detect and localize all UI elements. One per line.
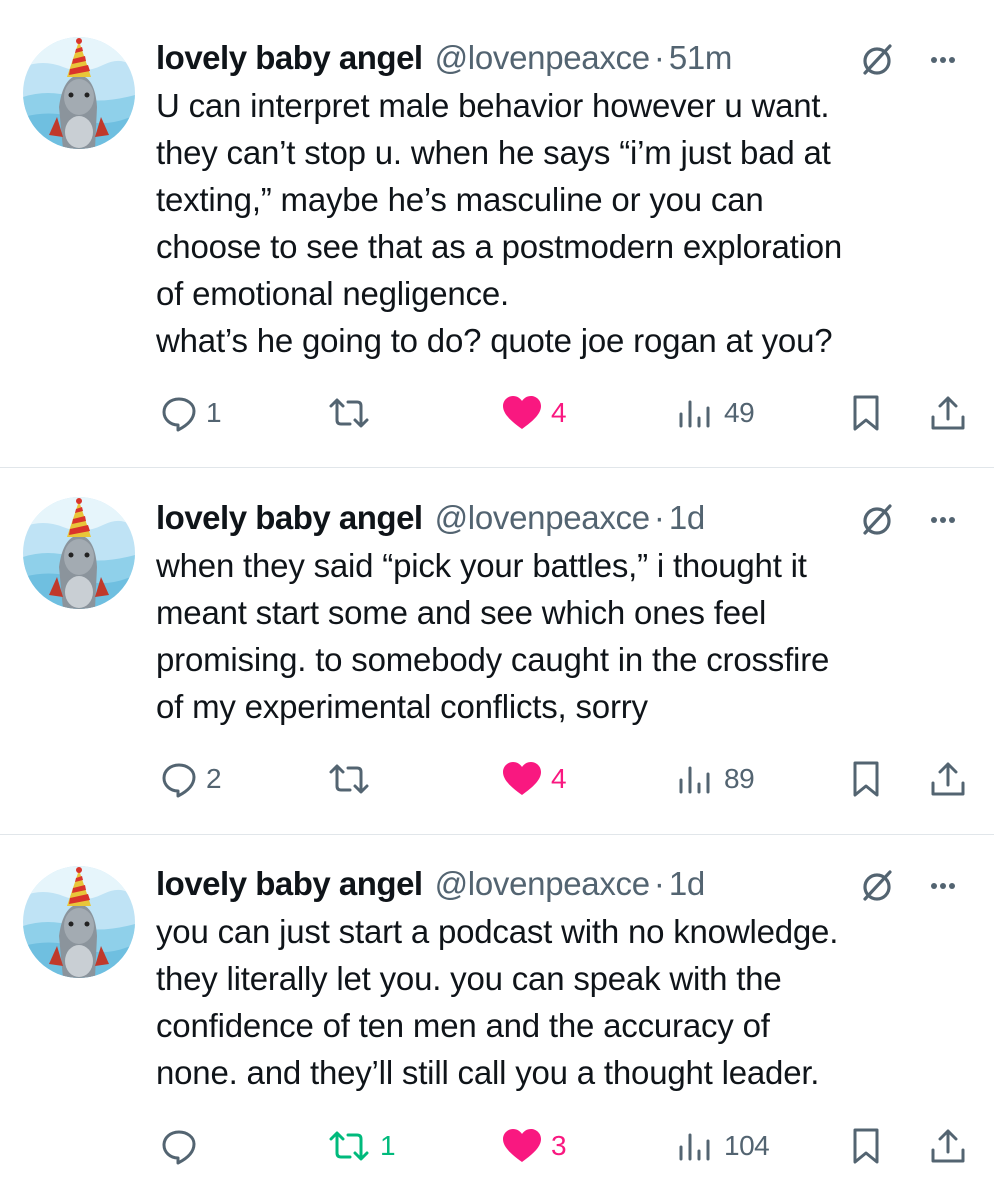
like-button[interactable]: 3 [501,1121,567,1171]
tweet-actions: 1 3 104 [0,1121,994,1171]
views-icon [679,766,710,794]
like-button[interactable]: 4 [501,388,567,438]
tweet-text-line: U can interpret male behavior however u … [156,87,830,124]
timestamp[interactable]: 51m [669,36,733,80]
tweet-text-line: meant start some and see which ones feel [156,594,767,631]
reply-count: 2 [206,763,222,794]
views-button[interactable]: 49 [676,388,755,438]
heart-icon [503,762,541,795]
separator-dot: · [653,499,665,536]
divider [0,834,994,835]
tweet-header: lovely baby angel @lovenpeaxce · 1d [156,862,705,906]
avatar[interactable] [23,497,135,609]
share-button[interactable] [928,388,968,438]
views-button[interactable]: 104 [676,1121,770,1171]
tweet-actions: 1 4 49 [0,388,994,438]
retweet-icon [329,764,369,794]
separator-dot: · [653,865,665,902]
view-count: 89 [724,763,755,794]
grok-icon[interactable] [860,502,896,538]
divider [0,467,994,468]
retweet-icon [329,398,369,428]
retweet-count: 1 [380,1130,396,1161]
more-options-icon[interactable] [918,42,968,78]
reply-button[interactable] [160,1121,206,1171]
bookmark-icon [853,1128,879,1164]
avatar[interactable] [23,37,135,149]
view-count: 104 [724,1130,770,1161]
retweet-icon [329,1131,369,1161]
more-options-icon[interactable] [918,502,968,538]
tweet-text-line: they literally let you. you can speak wi… [156,960,782,997]
separator-dot: · [653,39,665,76]
reply-button[interactable]: 1 [160,388,222,438]
tweet-header: lovely baby angel @lovenpeaxce · 51m [156,36,732,80]
heart-icon [503,1129,541,1162]
reply-icon [162,763,196,798]
user-handle[interactable]: @lovenpeaxce [435,496,651,540]
share-button[interactable] [928,754,968,804]
reply-icon [162,1130,196,1165]
tweet-text-line: none. and they’ll still call you a thoug… [156,1054,820,1091]
tweet-text-line: confidence of ten men and the accuracy o… [156,1007,770,1044]
tweet-actions: 2 4 89 [0,754,994,804]
views-button[interactable]: 89 [676,754,755,804]
like-count: 4 [551,763,567,794]
tweet-text-line: of my experimental conflicts, sorry [156,688,648,725]
tweet-text-line: when they said “pick your battles,” i th… [156,547,807,584]
retweet-button[interactable]: 1 [326,1121,396,1171]
avatar[interactable] [23,866,135,978]
heart-icon [503,396,541,429]
tweet-text-line: what’s he going to do? quote joe rogan a… [156,322,833,359]
user-handle[interactable]: @lovenpeaxce [435,862,651,906]
more-options-icon[interactable] [918,868,968,904]
bookmark-icon [853,761,879,797]
share-icon [931,396,965,430]
tweet-text-line: promising. to somebody caught in the cro… [156,641,830,678]
tweet-text-line: they can’t stop u. when he says “i’m jus… [156,134,831,171]
reply-button[interactable]: 2 [160,754,222,804]
grok-icon[interactable] [860,868,896,904]
bookmark-button[interactable] [848,1121,884,1171]
timestamp[interactable]: 1d [669,862,705,906]
tweet-text-line: choose to see that as a postmodern explo… [156,228,843,265]
display-name[interactable]: lovely baby angel [156,496,423,540]
retweet-button[interactable] [326,754,380,804]
tweet-text: you can just start a podcast with no kno… [156,908,986,1096]
timestamp[interactable]: 1d [669,496,705,540]
share-icon [931,762,965,796]
like-count: 4 [551,397,567,428]
display-name[interactable]: lovely baby angel [156,862,423,906]
bookmark-button[interactable] [848,388,884,438]
views-icon [679,400,710,428]
display-name[interactable]: lovely baby angel [156,36,423,80]
like-button[interactable]: 4 [501,754,567,804]
retweet-button[interactable] [326,388,380,438]
tweet-text: when they said “pick your battles,” i th… [156,542,986,730]
reply-count: 1 [206,397,222,428]
views-icon [679,1133,710,1161]
share-button[interactable] [928,1121,968,1171]
reply-icon [162,397,196,432]
grok-icon[interactable] [860,42,896,78]
tweet-header: lovely baby angel @lovenpeaxce · 1d [156,496,705,540]
tweet-text-line: you can just start a podcast with no kno… [156,913,839,950]
tweet-text-line: of emotional negligence. [156,275,509,312]
view-count: 49 [724,397,755,428]
bookmark-icon [853,395,879,431]
share-icon [931,1129,965,1163]
bookmark-button[interactable] [848,754,884,804]
tweet-text: U can interpret male behavior however u … [156,82,986,364]
like-count: 3 [551,1130,567,1161]
tweet-text-line: texting,” maybe he’s masculine or you ca… [156,181,764,218]
user-handle[interactable]: @lovenpeaxce [435,36,651,80]
